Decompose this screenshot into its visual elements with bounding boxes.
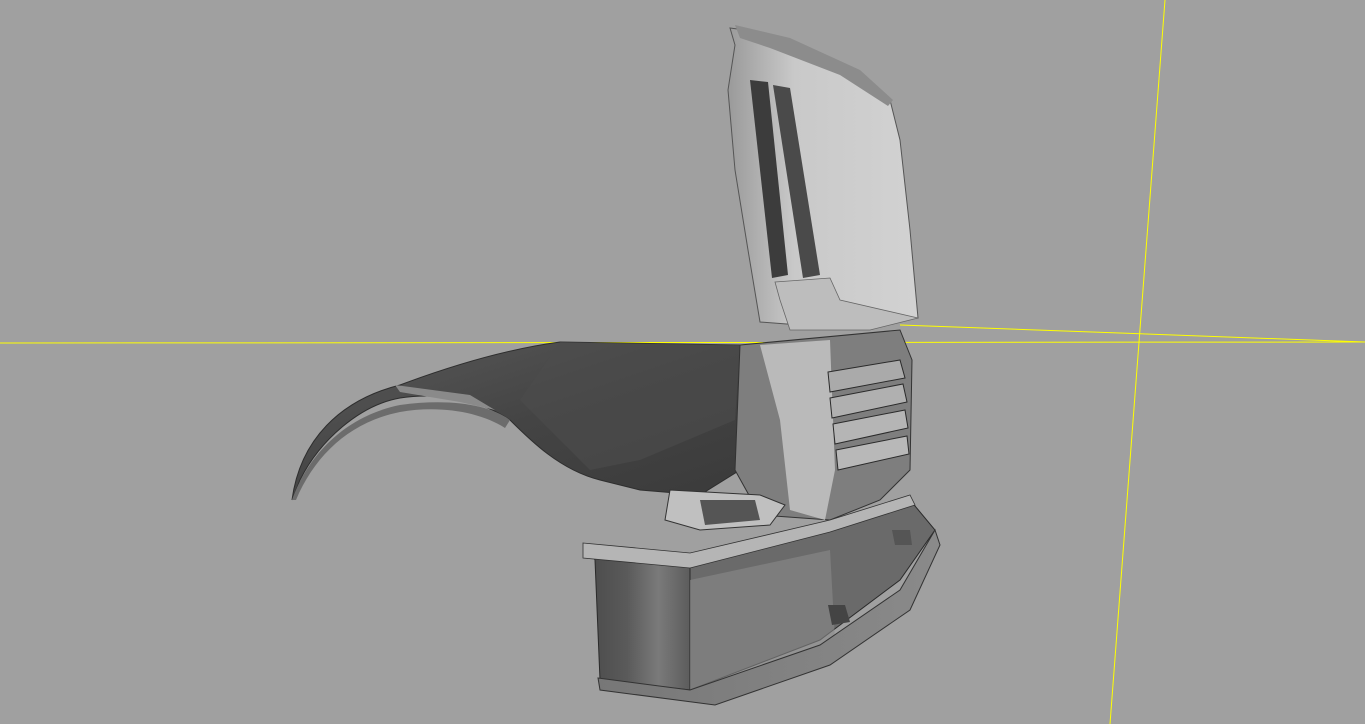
3d-viewport[interactable]: [0, 0, 1365, 724]
splitter-support-right: [892, 530, 912, 545]
horizontal-axis-line-right: [899, 324, 1365, 343]
vertical-axis-line: [1109, 0, 1166, 724]
horizontal-axis-line: [0, 341, 1365, 344]
fender-arch-inner: [292, 402, 510, 500]
car-front-bumper-mesh[interactable]: [291, 25, 941, 706]
viewport-scene[interactable]: [0, 0, 1365, 724]
